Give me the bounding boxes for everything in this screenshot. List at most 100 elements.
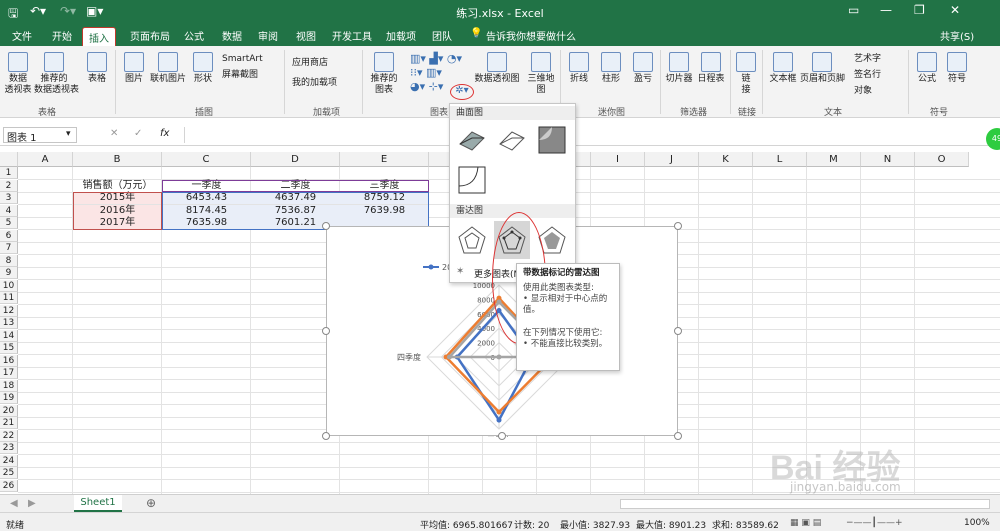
tab-data[interactable]: 数据: [222, 28, 242, 43]
ribbon-button[interactable]: 柱形: [598, 52, 624, 85]
column-header[interactable]: D: [251, 152, 340, 167]
ribbon-small-button[interactable]: 屏幕截图: [222, 70, 258, 81]
column-header[interactable]: O: [915, 152, 969, 167]
radar-icon[interactable]: [456, 224, 488, 256]
ribbon-button[interactable]: 联机图片: [150, 52, 186, 85]
ribbon-small-button[interactable]: SmartArt: [222, 54, 263, 65]
row-header[interactable]: 3: [0, 192, 18, 204]
ribbon-button[interactable]: 链 接: [736, 52, 756, 96]
tab-home[interactable]: 开始: [52, 28, 72, 43]
close-button[interactable]: ✕: [950, 3, 960, 17]
row-header[interactable]: 14: [0, 329, 18, 342]
tab-formulas[interactable]: 公式: [184, 28, 204, 43]
tab-file[interactable]: 文件: [12, 28, 32, 43]
row-header[interactable]: 9: [0, 267, 18, 279]
fx-label[interactable]: fx: [160, 128, 169, 139]
ribbon-button[interactable]: 数据透视图: [474, 52, 520, 85]
ribbon-button[interactable]: 形状: [190, 52, 216, 85]
column-header[interactable]: M: [807, 152, 861, 167]
ribbon-small-button[interactable]: 我的加载项: [292, 78, 337, 89]
ribbon-button[interactable]: 日程表: [696, 52, 726, 85]
column-header[interactable]: L: [753, 152, 807, 167]
row-header[interactable]: 18: [0, 379, 18, 392]
tell-me-input[interactable]: 告诉我你想要做什么: [486, 28, 576, 43]
zoom-slider[interactable]: −——┃——+: [846, 518, 903, 528]
ribbon-button[interactable]: 文本框: [768, 52, 798, 85]
column-header[interactable]: A: [18, 152, 73, 167]
ribbon-button[interactable]: 推荐的 数据透视表: [34, 52, 79, 96]
row-header[interactable]: 11: [0, 292, 18, 304]
contour-icon[interactable]: [536, 124, 568, 156]
radar-chart-button[interactable]: ✲▾: [450, 84, 474, 100]
row-header[interactable]: 22: [0, 429, 18, 442]
column-header[interactable]: E: [340, 152, 429, 167]
tab-insert[interactable]: 插入: [82, 27, 116, 46]
add-sheet-button[interactable]: ⊕: [146, 496, 156, 510]
wireframe-3d-icon[interactable]: [496, 124, 528, 156]
tab-team[interactable]: 团队: [432, 28, 452, 43]
row-header[interactable]: 1: [0, 167, 18, 179]
tab-review[interactable]: 审阅: [258, 28, 278, 43]
column-header[interactable]: I: [591, 152, 645, 167]
normal-view-icon[interactable]: ▦ ▣ ▤: [790, 518, 821, 528]
share-button[interactable]: 共享(S): [940, 28, 974, 43]
row-header[interactable]: 20: [0, 404, 18, 417]
cancel-icon[interactable]: ✕: [110, 128, 118, 139]
row-header[interactable]: 7: [0, 242, 18, 254]
sheet-tab-sheet1[interactable]: Sheet1: [74, 495, 122, 512]
select-all[interactable]: [0, 152, 18, 167]
row-header[interactable]: 21: [0, 417, 18, 429]
row-header[interactable]: 6: [0, 229, 18, 242]
ribbon-button[interactable]: 页眉和页脚: [800, 52, 845, 85]
row-header[interactable]: 8: [0, 254, 18, 267]
tab-page-layout[interactable]: 页面布局: [130, 28, 170, 43]
row-header[interactable]: 25: [0, 467, 18, 479]
row-header[interactable]: 10: [0, 279, 18, 292]
row-header[interactable]: 17: [0, 367, 18, 379]
minimize-button[interactable]: —: [880, 3, 892, 17]
ribbon-display-icon[interactable]: ▭: [848, 3, 859, 17]
ribbon-small-button[interactable]: 应用商店: [292, 58, 328, 69]
row-header[interactable]: 4: [0, 204, 18, 217]
row-header[interactable]: 26: [0, 479, 18, 492]
ribbon-button[interactable]: 符号: [944, 52, 970, 85]
ribbon-button[interactable]: 折线: [566, 52, 592, 85]
tab-view[interactable]: 视图: [296, 28, 316, 43]
row-header[interactable]: 19: [0, 392, 18, 404]
chevron-down-icon[interactable]: ▾: [66, 129, 71, 139]
table-cell[interactable]: 销售额（万元）: [73, 180, 162, 192]
horizontal-scrollbar[interactable]: [620, 499, 990, 509]
tab-developer[interactable]: 开发工具: [332, 28, 372, 43]
enter-icon[interactable]: ✓: [134, 128, 142, 139]
column-header[interactable]: K: [699, 152, 753, 167]
formula-input[interactable]: [184, 127, 994, 143]
column-header[interactable]: N: [861, 152, 915, 167]
maximize-button[interactable]: ❐: [914, 3, 925, 17]
row-header[interactable]: 23: [0, 442, 18, 454]
column-header[interactable]: C: [162, 152, 251, 167]
ribbon-button[interactable]: 图片: [122, 52, 146, 85]
ribbon-button[interactable]: 盈亏: [630, 52, 656, 85]
column-header[interactable]: J: [645, 152, 699, 167]
ribbon-button[interactable]: 公式: [914, 52, 940, 85]
row-header[interactable]: 12: [0, 304, 18, 317]
next-sheet-icon[interactable]: ▶: [28, 498, 36, 509]
ribbon-button[interactable]: 推荐的 图表: [366, 52, 402, 96]
row-header[interactable]: 15: [0, 342, 18, 354]
row-header[interactable]: 13: [0, 317, 18, 329]
surface-3d-icon[interactable]: [456, 124, 488, 156]
ribbon-small-button[interactable]: 签名行: [854, 70, 881, 81]
wireframe-contour-icon[interactable]: [456, 164, 488, 196]
ribbon-small-button[interactable]: 对象: [854, 86, 872, 97]
ribbon-button[interactable]: 三维地 图: [524, 52, 558, 96]
row-header[interactable]: 5: [0, 217, 18, 229]
ribbon-button[interactable]: 切片器: [664, 52, 694, 85]
column-header[interactable]: B: [73, 152, 162, 167]
prev-sheet-icon[interactable]: ◀: [10, 498, 18, 509]
tab-addins[interactable]: 加载项: [386, 28, 416, 43]
ribbon-button[interactable]: 表格: [85, 52, 109, 85]
ribbon-small-button[interactable]: 艺术字: [854, 54, 881, 65]
ribbon-button[interactable]: 数据 透视表: [4, 52, 32, 96]
row-header[interactable]: 2: [0, 179, 18, 192]
zoom-level[interactable]: 100%: [964, 518, 990, 528]
